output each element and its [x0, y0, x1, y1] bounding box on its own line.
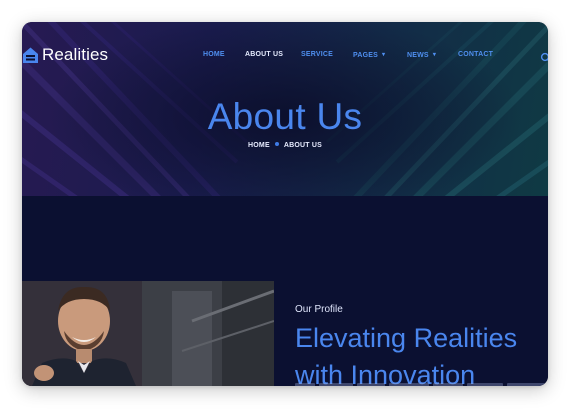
section-headline: Elevating Realities with Innovation	[295, 320, 548, 386]
hero-banner: Realities HOME ABOUT US SERVICE PAGES ▾ N…	[22, 22, 548, 196]
profile-section: Our Profile Elevating Realities with Inn…	[22, 196, 548, 386]
section-paragraph-cropped	[295, 382, 548, 386]
page-title: About Us	[207, 96, 363, 137]
chevron-down-icon: ▾	[432, 52, 437, 58]
nav-item-label: NEWS	[407, 52, 429, 59]
nav-item-label: SERVICE	[301, 51, 334, 58]
browser-frame: Realities HOME ABOUT US SERVICE PAGES ▾ N…	[22, 22, 548, 386]
nav-item-label: CONTACT	[458, 51, 494, 58]
nav-item-service[interactable]: SERVICE	[301, 51, 333, 58]
nav-item-about-us[interactable]: ABOUT US	[245, 51, 283, 58]
section-eyebrow: Our Profile	[295, 304, 343, 315]
nav-item-label: ABOUT US	[245, 51, 284, 58]
nav-item-label: PAGES	[353, 52, 378, 59]
nav-item-pages[interactable]: PAGES ▾	[353, 51, 385, 59]
nav-item-news[interactable]: NEWS ▾	[407, 51, 436, 59]
breadcrumb-separator	[274, 142, 279, 146]
nav-item-label: HOME	[203, 51, 225, 58]
nav-item-contact[interactable]: CONTACT	[458, 51, 493, 58]
nav-item-home[interactable]: HOME	[203, 51, 225, 58]
headline-line-1: Elevating Realities	[295, 323, 518, 353]
breadcrumb-current: ABOUT US	[283, 142, 322, 149]
chevron-down-icon: ▾	[382, 52, 386, 58]
main-nav: HOME ABOUT US SERVICE PAGES ▾ NEWS ▾ CONTA…	[22, 51, 548, 63]
breadcrumb-home[interactable]: HOME	[248, 142, 270, 149]
breadcrumb: HOME ABOUT US	[22, 142, 548, 149]
search-icon[interactable]	[540, 49, 548, 62]
team-member-photo	[22, 281, 274, 386]
